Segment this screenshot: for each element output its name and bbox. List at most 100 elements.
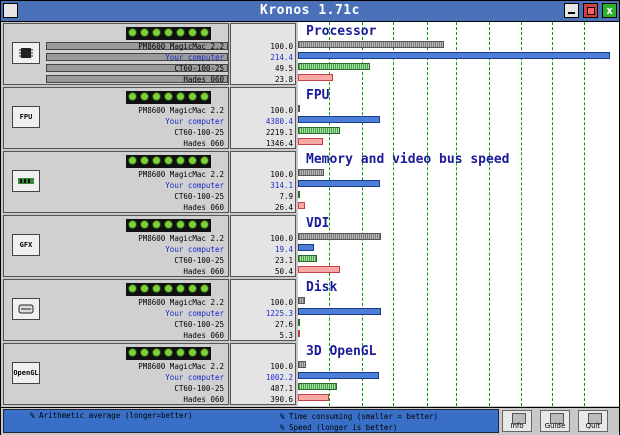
machine-name: Your computer [165,53,224,62]
legend-speed-label: % Speed (longer is better) [280,423,398,432]
minimize-button[interactable] [564,3,579,18]
machine-name: Hades 060 [183,331,224,340]
score-bar [298,233,382,240]
led-indicator [128,348,137,357]
gfx-icon[interactable]: GFX [12,234,40,256]
led-indicator [152,348,161,357]
score-bar [298,41,444,48]
score-value: 23.8 [274,75,293,84]
led-indicator [140,348,149,357]
led-indicator [140,92,149,101]
machine-name: CT60-100-25 [174,256,224,265]
score-value: 1346.4 [265,139,293,148]
score-value: 5.3 [279,331,293,340]
machine-panel: PM8600 MagicMac 2.2 Your computer CT60-100… [3,23,229,85]
led-indicator [176,28,185,37]
section-title: 3D OpenGL [306,344,377,359]
minimize-icon [568,12,575,14]
led-indicator [200,156,209,165]
machine-name: Your computer [165,373,224,382]
led-indicator [176,156,185,165]
machine-name: PM8600 MagicMac 2.2 [138,234,224,243]
led-indicator [188,92,197,101]
led-indicator [140,28,149,37]
score-bar [298,319,300,326]
score-bar [298,138,324,145]
machine-panel: OpenGL PM8600 MagicMac 2.2 Your computer CT… [3,343,229,405]
window-title: Kronos 1.71c [260,3,360,18]
legend-arithmetic: % Arithmetic average (longer=better) [30,411,193,420]
score-value: 1002.2 [265,373,293,382]
machine-panel: FPU PM8600 MagicMac 2.2 Your computer CT60-… [3,87,229,149]
score-value: 7.9 [279,192,293,201]
machine-name: CT60-100-25 [174,64,224,73]
button-label: Guide [544,422,566,430]
section-title: Disk [306,280,338,295]
legend-speed: % Speed (longer is better) [280,423,397,432]
score-bar [298,63,371,70]
score-value: 19.4 [274,245,293,254]
score-bar [298,394,330,401]
maximize-button[interactable] [583,3,598,18]
led-indicator [200,284,209,293]
led-indicator [188,284,197,293]
led-strip [126,219,211,232]
score-bar [298,372,379,379]
score-value: 26.4 [274,203,293,212]
score-bar [298,383,338,390]
score-value: 100.0 [270,106,293,115]
guide-button[interactable]: Guide [540,410,570,432]
score-bar [298,255,318,262]
score-bar [298,361,307,368]
machine-panel: PM8600 MagicMac 2.2 Your computer CT60-100… [3,151,229,213]
led-indicator [128,284,137,293]
footer: % Arithmetic average (longer=better) % T… [1,407,619,435]
legend-arithmetic-label: % Arithmetic average (longer=better) [30,411,193,420]
led-indicator [164,156,173,165]
fpu-icon[interactable]: FPU [12,106,40,128]
values-panel: 100.0 19.4 23.1 50.4 [230,215,296,277]
memory-icon[interactable] [12,170,40,192]
led-indicator [140,156,149,165]
led-indicator [128,28,137,37]
section-title: Processor [306,24,377,39]
score-value: 214.4 [270,53,293,62]
info-button[interactable]: Info [502,410,532,432]
led-strip [126,27,211,40]
led-indicator [188,220,197,229]
quit-button[interactable]: Quit [578,410,608,432]
score-bar [298,244,315,251]
score-value: 390.6 [270,395,293,404]
disk-icon[interactable] [12,298,40,320]
led-strip [126,91,211,104]
title-bar[interactable]: Kronos 1.71c x [1,1,619,22]
score-bar [298,308,381,315]
machine-name: PM8600 MagicMac 2.2 [138,106,224,115]
led-strip [126,283,211,296]
section-title: VDI [306,216,330,231]
score-value: 100.0 [270,234,293,243]
icon-label: OpenGL [13,369,39,377]
score-value: 100.0 [270,42,293,51]
score-value: 1225.3 [265,309,293,318]
section-3d-opengl: OpenGL PM8600 MagicMac 2.2 Your computer CT… [1,342,619,406]
led-indicator [164,92,173,101]
machine-name: PM8600 MagicMac 2.2 [138,362,224,371]
machine-name: Hades 060 [183,203,224,212]
cpu-icon[interactable] [12,42,40,64]
machine-panel: PM8600 MagicMac 2.2 Your computer CT60-100… [3,279,229,341]
machine-name: Hades 060 [183,395,224,404]
led-indicator [152,92,161,101]
led-indicator [200,220,209,229]
machine-name: CT60-100-25 [174,384,224,393]
machine-name: PM8600 MagicMac 2.2 [138,42,224,51]
opengl-icon[interactable]: OpenGL [12,362,40,384]
led-indicator [140,284,149,293]
score-bar [298,52,611,59]
close-button[interactable]: x [602,3,617,18]
values-panel: 100.0 4380.4 2219.1 1346.4 [230,87,296,149]
led-indicator [152,156,161,165]
score-value: 50.4 [274,267,293,276]
score-bar [298,191,301,198]
led-strip [126,155,211,168]
